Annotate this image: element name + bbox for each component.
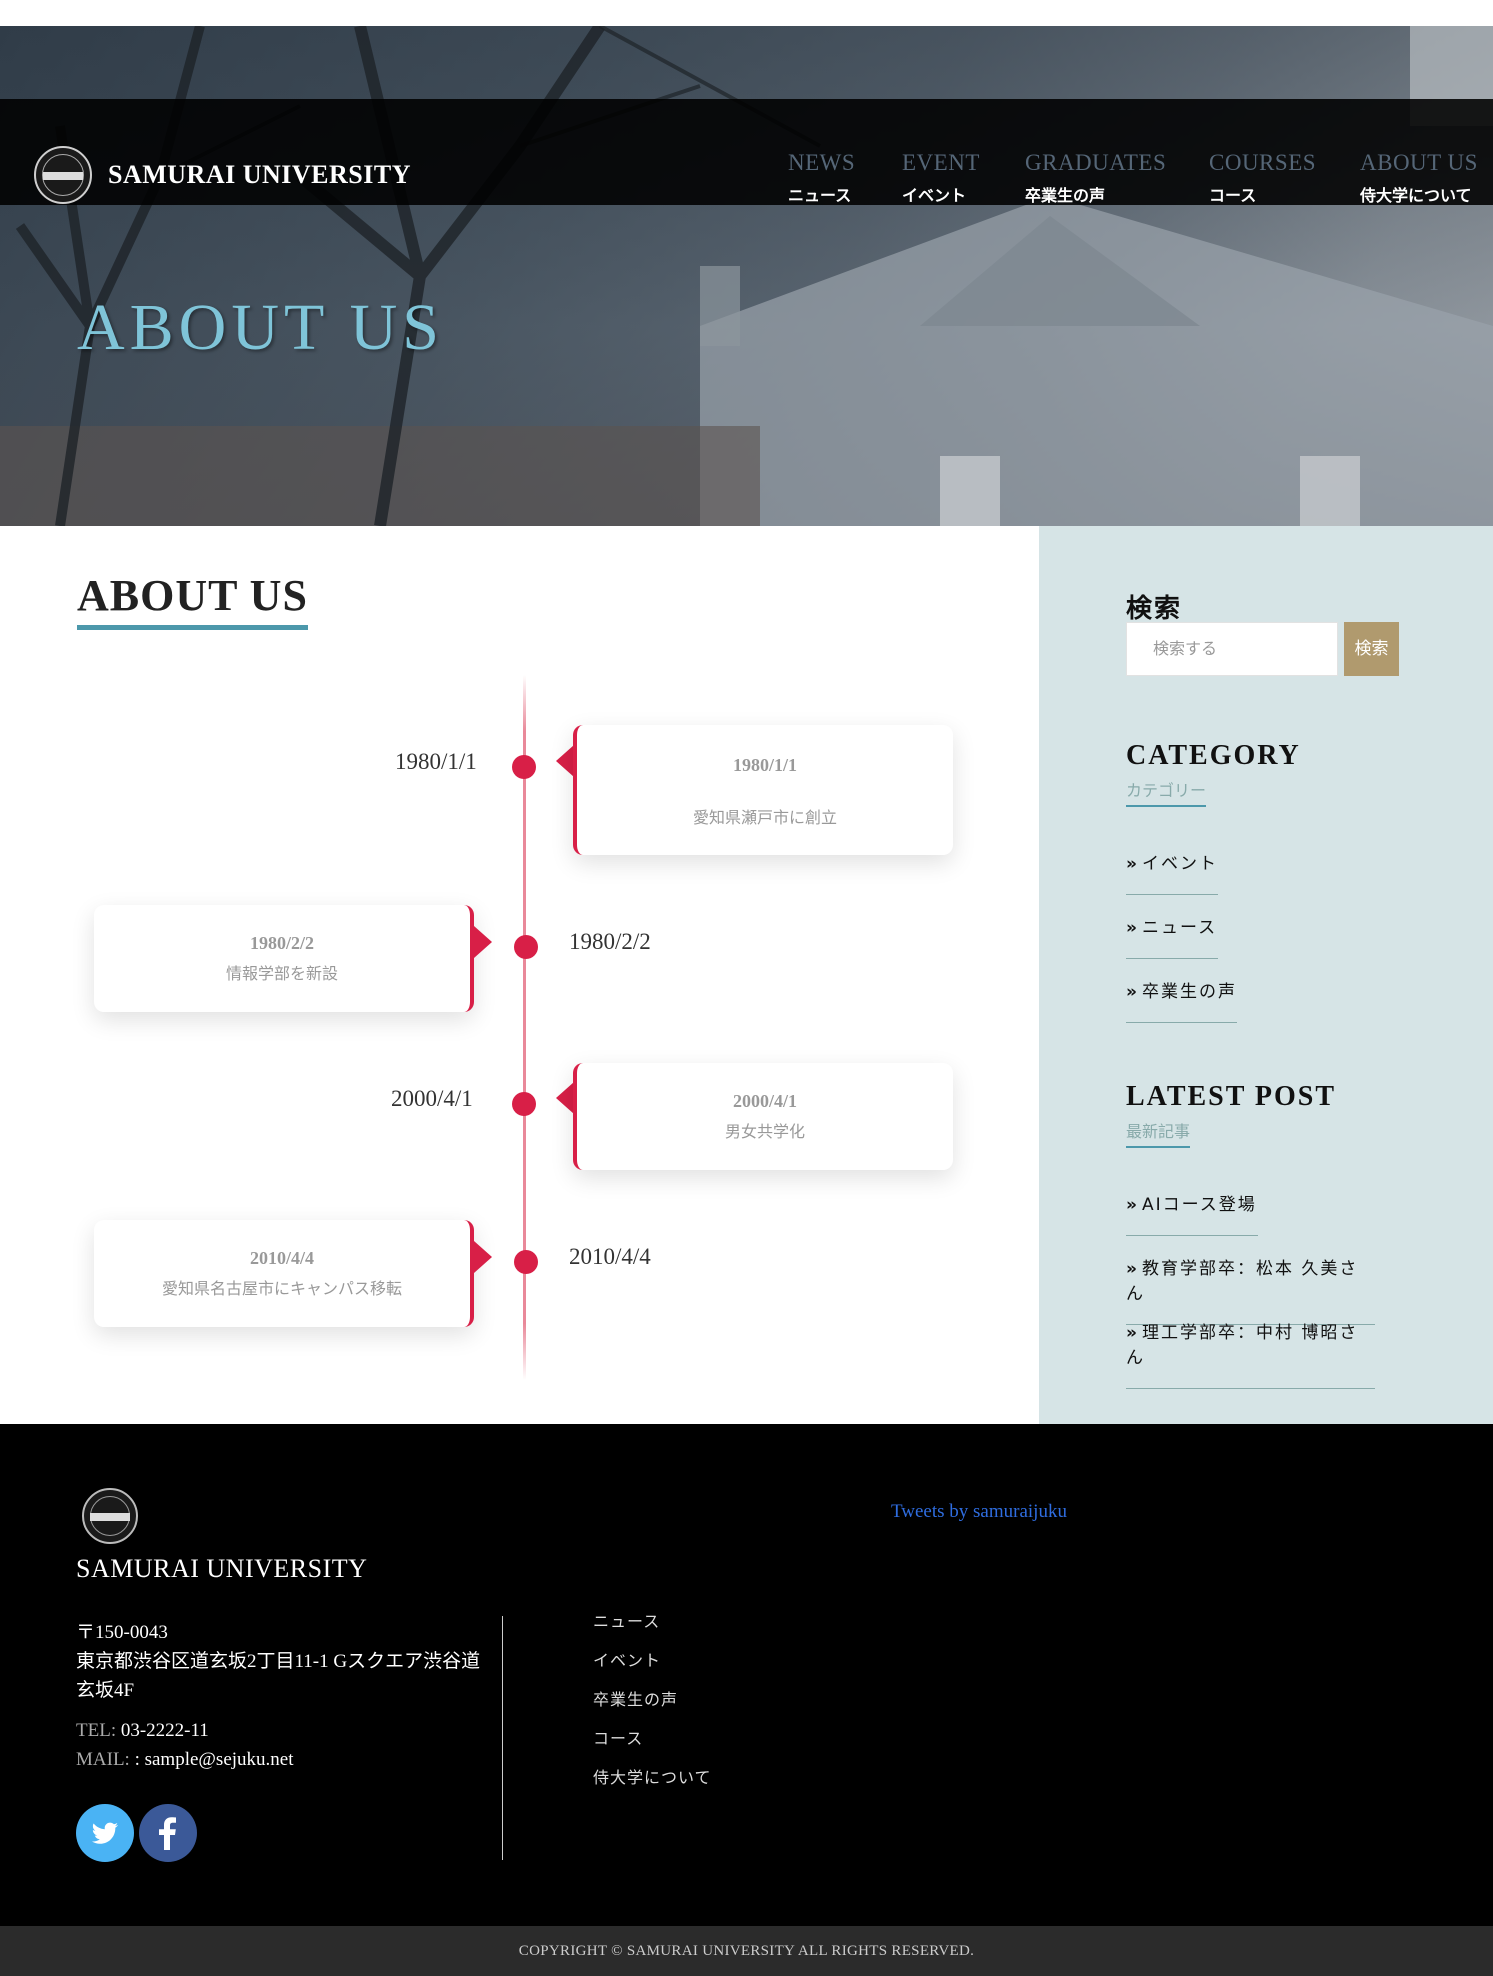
- footer-tel: TEL: 03-2222-11: [76, 1720, 209, 1742]
- chevron-right-icon: »: [1126, 982, 1139, 1002]
- chevron-right-icon: »: [1126, 854, 1139, 874]
- timeline-card-date: 2000/4/1: [732, 1091, 797, 1111]
- chevron-right-icon: »: [1126, 1323, 1139, 1343]
- footer-divider: [502, 1616, 503, 1860]
- footer-link-courses[interactable]: コース: [593, 1725, 643, 1749]
- nav-graduates-en: GRADUATES: [1025, 150, 1167, 175]
- timeline-card-text: 男女共学化: [724, 1122, 805, 1141]
- timeline-card-text: 愛知県名古屋市にキャンパス移転: [161, 1279, 402, 1298]
- latest-post-subheading: 最新記事: [1126, 1118, 1191, 1148]
- nav-graduates-jp: 卒業生の声: [1025, 186, 1106, 205]
- latest-post-label: 教育学部卒：松本 久美さん: [1126, 1259, 1359, 1304]
- category-link-news[interactable]: » ニュース: [1126, 913, 1218, 959]
- latest-post-label: AIコース登場: [1141, 1195, 1257, 1215]
- nav-news-en: NEWS: [788, 150, 856, 175]
- nav-news-jp: ニュース: [788, 186, 852, 205]
- search-input[interactable]: 検索する: [1126, 622, 1338, 676]
- chevron-right-icon: »: [1126, 1259, 1139, 1279]
- timeline-card-date: 1980/1/1: [732, 755, 797, 775]
- nav-graduates[interactable]: GRADUATES 卒業生の声: [1025, 150, 1166, 206]
- footer-postal: 〒150-0043: [76, 1622, 168, 1643]
- tweets-link[interactable]: Tweets by samuraijuku: [891, 1501, 1067, 1523]
- nav-event-jp: イベント: [902, 186, 967, 205]
- timeline-card: 1980/2/2 情報学部を新設: [94, 905, 474, 1012]
- tel-label: TEL:: [76, 1720, 117, 1741]
- timeline-card-date: 2010/4/4: [249, 1248, 314, 1268]
- timeline-arrow: [556, 745, 574, 777]
- timeline-dot: [512, 1092, 536, 1116]
- chevron-right-icon: »: [1126, 918, 1139, 938]
- nav-courses-jp: コース: [1209, 186, 1257, 205]
- timeline-line: [523, 675, 526, 1380]
- copyright: COPYRIGHT © SAMURAI UNIVERSITY ALL RIGHT…: [0, 1926, 1493, 1976]
- timeline-date: 2010/4/4: [569, 1244, 651, 1269]
- category-heading: CATEGORY: [1126, 740, 1301, 771]
- nav-about-jp: 侍大学について: [1360, 186, 1472, 205]
- page-title: ABOUT US: [77, 570, 308, 630]
- search-button[interactable]: 検索: [1344, 622, 1399, 676]
- footer-brand: SAMURAI UNIVERSITY: [76, 1554, 368, 1583]
- latest-post-heading: LATEST POST: [1126, 1081, 1337, 1112]
- footer-link-graduates[interactable]: 卒業生の声: [593, 1686, 678, 1710]
- timeline-date: 2000/4/1: [391, 1086, 473, 1111]
- timeline-card-date: 1980/2/2: [249, 933, 314, 953]
- category-link-label: ニュース: [1141, 918, 1218, 938]
- nav-news[interactable]: NEWS ニュース: [788, 150, 855, 206]
- footer-link-event[interactable]: イベント: [593, 1647, 661, 1671]
- category-link-label: イベント: [1141, 854, 1218, 874]
- timeline-arrow: [556, 1082, 574, 1114]
- category-link-graduates[interactable]: » 卒業生の声: [1126, 977, 1237, 1023]
- timeline-dot: [514, 1250, 538, 1274]
- latest-post-link[interactable]: » 理工学部卒：中村 博昭さん: [1126, 1318, 1375, 1389]
- mail-value: : sample@sejuku.net: [134, 1749, 294, 1770]
- university-emblem-icon[interactable]: [34, 146, 92, 204]
- nav-about[interactable]: ABOUT US 侍大学について: [1360, 150, 1478, 206]
- footer-mail: MAIL: : sample@sejuku.net: [76, 1749, 294, 1771]
- timeline-date: 1980/1/1: [395, 749, 477, 774]
- footer-street: 東京都渋谷区道玄坂2丁目11-1 Gスクエア渋谷道玄坂4F: [76, 1651, 481, 1701]
- site-brand[interactable]: SAMURAI UNIVERSITY: [108, 160, 411, 190]
- timeline-date: 1980/2/2: [569, 929, 651, 954]
- category-subheading: カテゴリー: [1126, 777, 1207, 807]
- footer-link-news[interactable]: ニュース: [593, 1608, 660, 1632]
- hero-title: ABOUT US: [77, 291, 445, 364]
- timeline-card: 1980/1/1 愛知県瀬戸市に創立: [573, 725, 953, 855]
- timeline-card-text: 愛知県瀬戸市に創立: [692, 808, 837, 827]
- latest-post-link[interactable]: » 教育学部卒：松本 久美さん: [1126, 1254, 1375, 1325]
- timeline-dot: [512, 755, 536, 779]
- timeline-card: 2010/4/4 愛知県名古屋市にキャンパス移転: [94, 1220, 474, 1327]
- mail-label: MAIL:: [76, 1749, 130, 1770]
- nav-courses[interactable]: COURSES コース: [1209, 150, 1316, 206]
- timeline-arrow: [474, 1241, 492, 1273]
- latest-post-link[interactable]: » AIコース登場: [1126, 1190, 1258, 1236]
- category-link-event[interactable]: » イベント: [1126, 849, 1218, 895]
- footer-link-about[interactable]: 侍大学について: [593, 1764, 712, 1788]
- twitter-icon[interactable]: [76, 1804, 134, 1862]
- facebook-icon[interactable]: [139, 1804, 197, 1862]
- chevron-right-icon: »: [1126, 1195, 1139, 1215]
- timeline-card-text: 情報学部を新設: [225, 964, 338, 983]
- category-link-label: 卒業生の声: [1141, 982, 1237, 1002]
- nav-about-en: ABOUT US: [1360, 150, 1478, 175]
- footer-emblem-icon: [82, 1488, 138, 1544]
- timeline-arrow: [474, 926, 492, 958]
- nav-event-en: EVENT: [902, 150, 980, 175]
- timeline-dot: [514, 935, 538, 959]
- nav-event[interactable]: EVENT イベント: [902, 150, 980, 206]
- latest-post-label: 理工学部卒：中村 博昭さん: [1126, 1323, 1359, 1368]
- tel-value: 03-2222-11: [120, 1720, 209, 1741]
- search-heading: 検索: [1126, 594, 1183, 624]
- timeline-card: 2000/4/1 男女共学化: [573, 1063, 953, 1170]
- footer-address: 〒150-0043 東京都渋谷区道玄坂2丁目11-1 Gスクエア渋谷道玄坂4F: [76, 1618, 496, 1705]
- nav-courses-en: COURSES: [1209, 150, 1317, 175]
